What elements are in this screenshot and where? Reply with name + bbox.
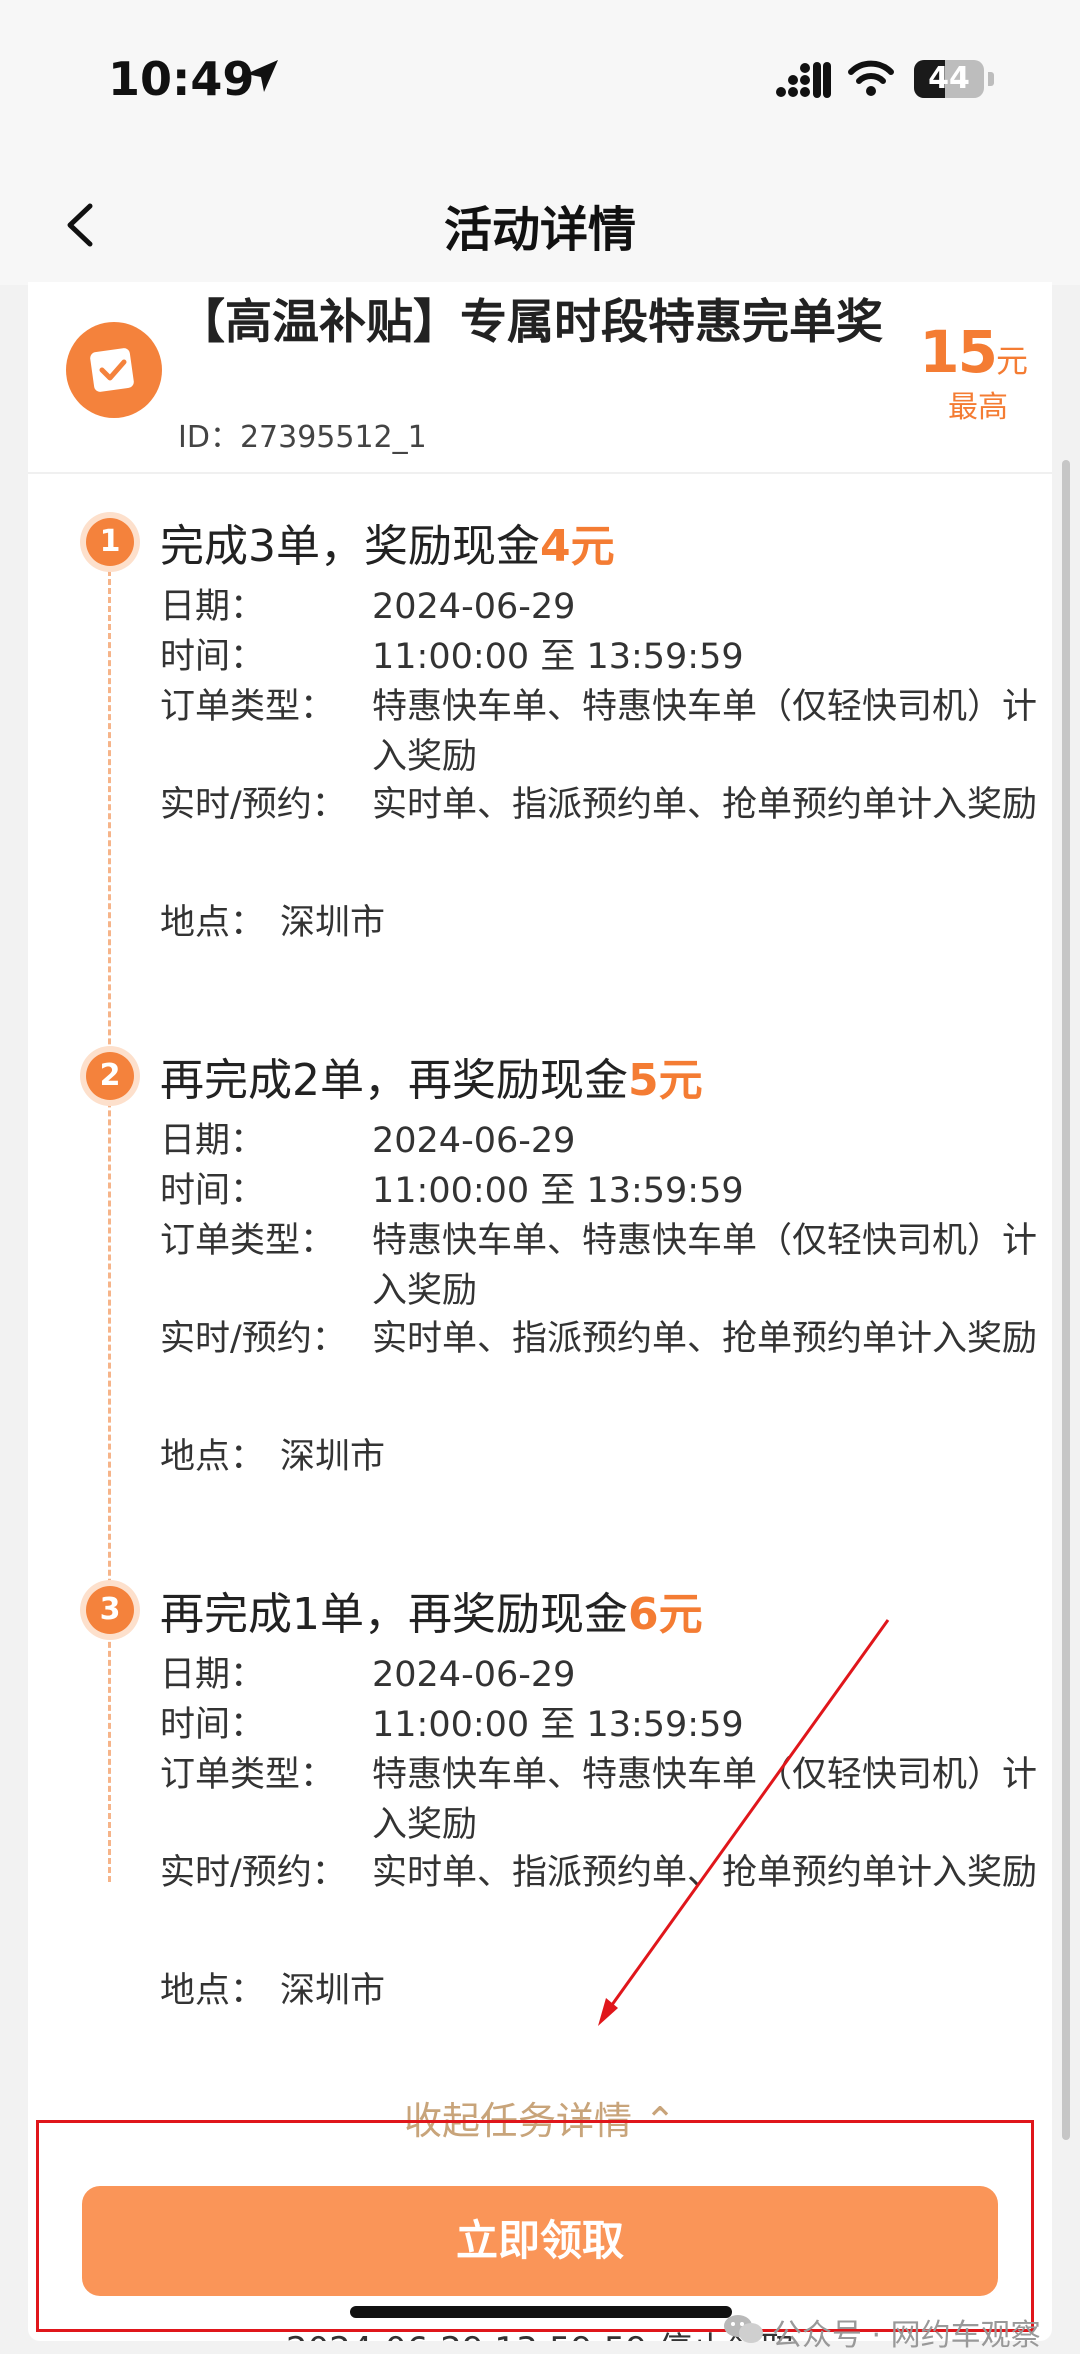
watermark-text: 公众号 · 网约车观察 [772,2318,1041,2353]
page-title: 活动详情 [443,202,636,258]
realtime-label: 实时/预约： [160,1319,347,1359]
activity-card: 【高温补贴】专属时段特惠完单奖 ID：27395512_1 15元 最高 1 完… [28,282,1052,2341]
step-title: 再完成2单，再奖励现金5元 [160,1044,703,1108]
location-label: 地点： [160,1971,266,2011]
wifi-icon [848,60,894,96]
annotation-highlight-box [36,2120,1034,2332]
realtime-value: 实时单、指派预约单、抢单预约单计入奖励 [372,785,1038,825]
card-header: 【高温补贴】专属时段特惠完单奖 ID：27395512_1 15元 最高 [28,282,1052,474]
location-label: 地点： [160,1437,266,1477]
order-type-value: 特惠快车单、特惠快车单（仅轻快司机）计入奖励 [372,1221,1038,1311]
nav-bar: 活动详情 [0,160,1080,285]
date-label: 日期： [160,1121,266,1161]
activity-id: ID：27395512_1 [178,420,427,455]
realtime-label: 实时/预约： [160,1853,347,1893]
battery-level: 44 [928,61,970,96]
step-title-text: 再完成2单，再奖励现金 [160,1055,628,1106]
date-label: 日期： [160,1655,266,1695]
order-type-value: 特惠快车单、特惠快车单（仅轻快司机）计入奖励 [372,687,1038,777]
realtime-value: 实时单、指派预约单、抢单预约单计入奖励 [372,1853,1038,1893]
order-type-label: 订单类型： [160,1755,336,1795]
time-value: 11:00:00 至 13:59:59 [372,637,744,677]
step-title-text: 再完成1单，再奖励现金 [160,1589,628,1640]
scrollbar[interactable] [1062,460,1070,2140]
max-reward-amount: 15 [919,318,998,386]
realtime-value: 实时单、指派预约单、抢单预约单计入奖励 [372,1319,1038,1359]
time-value: 11:00:00 至 13:59:59 [372,1705,744,1745]
date-value: 2024-06-29 [372,587,576,627]
date-label: 日期： [160,587,266,627]
order-type-label: 订单类型： [160,1221,336,1261]
step-number-badge: 2 [86,1052,134,1100]
step-reward-amount: 6元 [628,1589,703,1640]
activity-title: 【高温补贴】专属时段特惠完单奖 [178,295,883,350]
step-reward-amount: 5元 [628,1055,703,1106]
step-number-badge: 3 [86,1586,134,1634]
date-value: 2024-06-29 [372,1655,576,1695]
battery-icon: 44 [914,60,984,98]
status-bar: 10:49 44 [0,0,1080,160]
step-title-text: 完成3单，奖励现金 [160,521,540,572]
step-title: 完成3单，奖励现金4元 [160,510,615,574]
order-type-label: 订单类型： [160,687,336,727]
step-number-badge: 1 [86,518,134,566]
status-time: 10:49 [108,52,255,106]
time-label: 时间： [160,1705,266,1745]
time-label: 时间： [160,1171,266,1211]
order-type-value: 特惠快车单、特惠快车单（仅轻快司机）计入奖励 [372,1755,1038,1845]
cellular-signal-icon [776,62,831,98]
step-title: 再完成1单，再奖励现金6元 [160,1578,703,1642]
location-label: 地点： [160,903,266,943]
location-arrow-icon [246,60,278,92]
location-value: 深圳市 [280,903,386,943]
date-value: 2024-06-29 [372,1121,576,1161]
battery-tip [988,72,994,86]
location-value: 深圳市 [280,1437,386,1477]
max-reward: 15元 [908,318,1028,386]
max-reward-unit: 元 [995,342,1028,380]
timeline-dashed-line [108,552,111,1882]
time-label: 时间： [160,637,266,677]
task-icon [66,322,162,418]
location-value: 深圳市 [280,1971,386,2011]
max-reward-note: 最高 [948,390,1008,425]
time-value: 11:00:00 至 13:59:59 [372,1171,744,1211]
home-indicator [350,2306,732,2318]
realtime-label: 实时/预约： [160,785,347,825]
step-reward-amount: 4元 [540,521,615,572]
